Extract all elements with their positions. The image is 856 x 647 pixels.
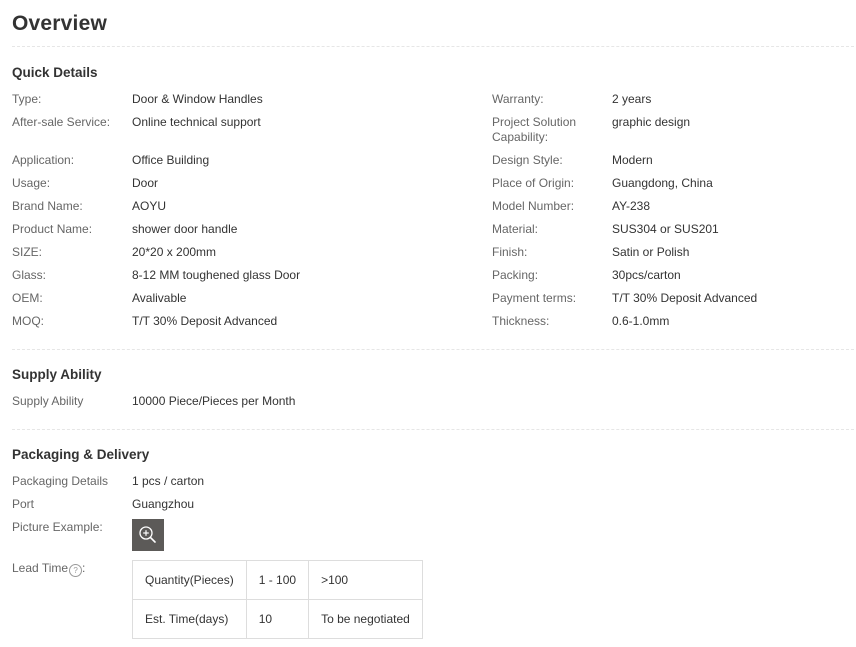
detail-label: Design Style:	[492, 153, 563, 167]
picture-example-thumbnail[interactable]	[132, 519, 164, 551]
detail-label: Glass:	[12, 268, 47, 282]
detail-label: Packing:	[492, 268, 539, 282]
detail-label: Picture Example:	[12, 520, 103, 534]
detail-label: Material:	[492, 222, 539, 236]
detail-label: Thickness:	[492, 314, 550, 328]
detail-value: Modern	[612, 153, 653, 167]
zoom-in-icon	[139, 526, 156, 543]
detail-value: 0.6-1.0mm	[612, 314, 670, 328]
detail-label: Warranty:	[492, 92, 544, 106]
detail-value: T/T 30% Deposit Advanced	[132, 314, 278, 328]
detail-value: 8-12 MM toughened glass Door	[132, 268, 301, 282]
detail-value: 1 pcs / carton	[132, 474, 205, 488]
detail-label: Usage:	[12, 176, 51, 190]
detail-label: Port	[12, 497, 35, 511]
detail-value: Door & Window Handles	[132, 92, 263, 106]
detail-label: Packaging Details	[12, 474, 109, 488]
detail-value: SUS304 or SUS201	[612, 222, 719, 236]
detail-value: 2 years	[612, 92, 652, 106]
detail-label: Payment terms:	[492, 291, 577, 305]
detail-value: Guangdong, China	[612, 176, 713, 190]
lead-time-colon: :	[82, 561, 86, 575]
divider	[12, 429, 854, 430]
detail-label: Type:	[12, 92, 42, 106]
detail-value: Guangzhou	[132, 497, 195, 511]
detail-value: 30pcs/carton	[612, 268, 681, 282]
detail-value: Door	[132, 176, 159, 190]
detail-label: Application:	[12, 153, 75, 167]
table-cell: Est. Time(days)	[132, 599, 247, 639]
detail-label: Product Name:	[12, 222, 93, 236]
table-row: Est. Time(days) 10 To be negotiated	[132, 599, 423, 639]
table-cell: Quantity(Pieces)	[132, 560, 247, 600]
detail-value: AY-238	[612, 199, 651, 213]
supply-ability-title: Supply Ability	[12, 367, 102, 382]
page-title: Overview	[12, 12, 107, 35]
detail-value: graphic design	[612, 115, 691, 129]
detail-value: Satin or Polish	[612, 245, 690, 259]
detail-value: T/T 30% Deposit Advanced	[612, 291, 758, 305]
detail-value: shower door handle	[132, 222, 238, 236]
detail-value: Office Building	[132, 153, 210, 167]
lead-time-label-wrap: Lead Time?:	[12, 561, 130, 577]
detail-label: After-sale Service:	[12, 115, 111, 129]
packaging-delivery-title: Packaging & Delivery	[12, 447, 150, 462]
table-cell: 10	[245, 599, 310, 639]
lead-time-label: Lead Time	[12, 561, 69, 575]
detail-label: Project Solution Capability:	[492, 115, 577, 144]
detail-label: OEM:	[12, 291, 43, 305]
detail-value: Online technical support	[132, 115, 261, 129]
detail-label: MOQ:	[12, 314, 44, 328]
detail-label: Supply Ability	[12, 394, 84, 408]
divider	[12, 46, 854, 47]
lead-time-table: Quantity(Pieces) 1 - 100 >100 Est. Time(…	[132, 560, 423, 639]
detail-value: 20*20 x 200mm	[132, 245, 217, 259]
detail-label: Brand Name:	[12, 199, 83, 213]
detail-value: AOYU	[132, 199, 167, 213]
detail-label: Model Number:	[492, 199, 575, 213]
table-cell: To be negotiated	[308, 599, 423, 639]
detail-label: Place of Origin:	[492, 176, 575, 190]
detail-label: Finish:	[492, 245, 528, 259]
table-row: Quantity(Pieces) 1 - 100 >100	[132, 560, 423, 600]
divider	[12, 349, 854, 350]
detail-label: SIZE:	[12, 245, 43, 259]
help-icon[interactable]: ?	[69, 564, 83, 577]
detail-value: Avalivable	[132, 291, 187, 305]
quick-details-title: Quick Details	[12, 65, 98, 80]
table-cell: >100	[308, 560, 423, 600]
detail-value: 10000 Piece/Pieces per Month	[132, 394, 296, 408]
table-cell: 1 - 100	[245, 560, 310, 600]
